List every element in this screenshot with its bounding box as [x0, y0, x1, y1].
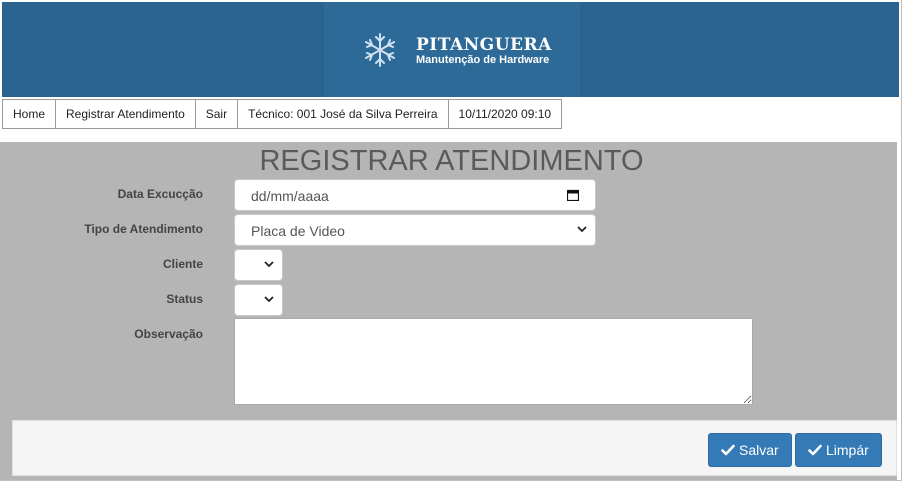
data-execucao-label: Data Excucção — [117, 187, 203, 201]
tipo-atendimento-label: Tipo de Atendimento — [84, 222, 203, 236]
data-execucao-placeholder: dd/mm/aaaa — [251, 188, 329, 204]
snowflake-logo-icon — [365, 33, 395, 67]
nav-registrar-atendimento[interactable]: Registrar Atendimento — [56, 100, 196, 128]
chevron-down-icon — [577, 226, 587, 233]
tipo-atendimento-select[interactable]: Placa de Video — [234, 214, 596, 246]
salvar-label: Salvar — [739, 442, 779, 458]
cliente-label: Cliente — [162, 257, 203, 271]
brand-block: PITANGUERA Manutenção de Hardware — [324, 2, 580, 97]
nav-tecnico-info: Técnico: 001 José da Silva Perreira — [238, 100, 449, 128]
form-area: REGISTRAR ATENDIMENTO Data Excucção dd/m… — [0, 142, 897, 480]
data-execucao-input[interactable]: dd/mm/aaaa — [234, 179, 596, 211]
top-nav: Home Registrar Atendimento Sair Técnico:… — [2, 99, 563, 129]
form-footer: Salvar Limpár — [12, 420, 897, 476]
chevron-down-icon — [264, 296, 274, 303]
check-icon — [721, 444, 735, 456]
observacao-textarea[interactable] — [234, 318, 753, 405]
nav-sair[interactable]: Sair — [196, 100, 239, 128]
calendar-icon[interactable] — [567, 189, 579, 201]
limpar-button[interactable]: Limpár — [795, 433, 882, 467]
check-icon — [808, 444, 822, 456]
salvar-button[interactable]: Salvar — [708, 433, 792, 467]
tipo-atendimento-value: Placa de Video — [251, 223, 345, 239]
limpar-label: Limpár — [826, 442, 869, 458]
brand-tagline: Manutenção de Hardware — [416, 54, 550, 66]
observacao-label: Observação — [134, 327, 203, 341]
chevron-down-icon — [264, 261, 274, 268]
nav-home[interactable]: Home — [3, 100, 57, 128]
page-title: REGISTRAR ATENDIMENTO — [259, 145, 644, 177]
status-label: Status — [166, 292, 203, 306]
nav-datetime: 10/11/2020 09:10 — [458, 107, 552, 121]
brand-name: PITANGUERA — [416, 35, 552, 55]
cliente-select[interactable] — [234, 249, 283, 281]
status-select[interactable] — [234, 284, 283, 316]
header-banner: PITANGUERA Manutenção de Hardware — [2, 2, 899, 97]
